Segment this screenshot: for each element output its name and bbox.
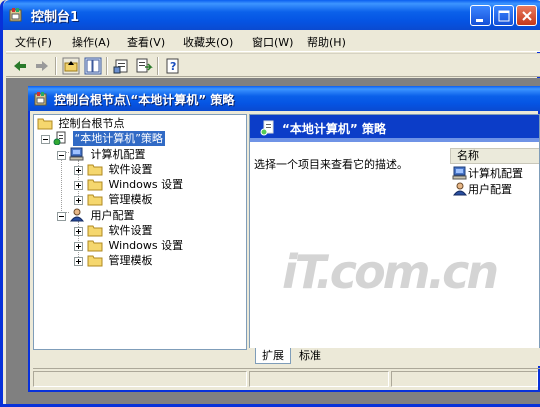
folder-icon (87, 164, 103, 176)
tree-label: 管理模板 (108, 254, 153, 267)
view-tabs: 扩展 标准 (249, 348, 540, 366)
svg-text:?: ? (170, 60, 176, 73)
tree-label-selected: “本地计算机”策略 (72, 131, 165, 146)
toolbar-separator (157, 57, 159, 75)
menu-action[interactable]: 操作(A) (72, 34, 110, 50)
policy-icon (260, 120, 276, 136)
tree-label: 用户配置 (90, 209, 135, 222)
title-bar[interactable]: 控制台1 (3, 0, 540, 30)
tree-node-user-admin-templates[interactable]: 管理模板 (87, 253, 155, 268)
menu-help[interactable]: 帮助(H) (307, 34, 346, 50)
status-segment (391, 371, 538, 387)
description-text: 选择一个项目来查看它的描述。 (254, 158, 408, 171)
user-icon (69, 208, 85, 222)
toolbar-separator (55, 57, 57, 75)
list-item[interactable]: 用户配置 (452, 182, 512, 197)
user-icon (452, 182, 468, 196)
tree-label: Windows 设置 (108, 178, 184, 191)
status-bar (33, 368, 540, 388)
menu-file[interactable]: 文件(F) (15, 34, 52, 50)
mdi-client-area: 控制台根节点\“本地计算机” 策略 控制台根节点 “本地计算机”策略 计算机配置… (6, 78, 540, 404)
expand-toggle[interactable] (74, 181, 83, 190)
tree-label: 控制台根节点 (58, 117, 125, 130)
console-window: 控制台1 文件(F) 操作(A) 查看(V) 收藏夹(O) 窗口(W) 帮助(H… (0, 0, 540, 407)
tree-label: 软件设置 (108, 224, 153, 237)
child-window-title: 控制台根节点\“本地计算机” 策略 (54, 93, 235, 107)
menu-bar: 文件(F) 操作(A) 查看(V) 收藏夹(O) 窗口(W) 帮助(H) (6, 30, 540, 52)
policy-child-window: 控制台根节点\“本地计算机” 策略 控制台根节点 “本地计算机”策略 计算机配置… (28, 86, 540, 392)
help-icon[interactable]: ? (164, 57, 182, 75)
list-item-label: 用户配置 (468, 183, 512, 196)
mmc-icon (9, 7, 25, 23)
expand-toggle[interactable] (74, 257, 83, 266)
back-arrow-icon[interactable] (11, 57, 29, 75)
folder-icon (87, 255, 103, 267)
export-list-icon[interactable] (135, 57, 153, 75)
collapse-toggle[interactable] (57, 212, 66, 221)
tree-line (61, 151, 62, 221)
window-title: 控制台1 (31, 10, 80, 25)
folder-icon (87, 194, 103, 206)
collapse-toggle[interactable] (41, 135, 50, 144)
menu-favorites[interactable]: 收藏夹(O) (183, 34, 233, 50)
folder-icon (87, 240, 103, 252)
forward-arrow-icon[interactable] (33, 57, 51, 75)
menu-view[interactable]: 查看(V) (127, 34, 165, 50)
tree-node-windows-settings[interactable]: Windows 设置 (87, 177, 185, 192)
column-header-name[interactable]: 名称 (450, 148, 539, 164)
policy-icon (53, 131, 66, 146)
tree-node-user-software-settings[interactable]: 软件设置 (87, 223, 155, 238)
result-pane-header: “本地计算机” 策略 (250, 115, 539, 142)
tree-node-computer-config[interactable]: 计算机配置 (69, 147, 148, 162)
tree-node-user-windows-settings[interactable]: Windows 设置 (87, 238, 185, 253)
minimize-button[interactable] (470, 5, 491, 26)
tree-pane[interactable]: 控制台根节点 “本地计算机”策略 计算机配置 软件设置 Windows 设置 管… (33, 114, 247, 350)
list-item-label: 计算机配置 (468, 167, 523, 180)
expand-toggle[interactable] (74, 227, 83, 236)
result-pane-title: “本地计算机” 策略 (282, 122, 386, 136)
expand-toggle[interactable] (74, 166, 83, 175)
child-title-bar[interactable]: 控制台根节点\“本地计算机” 策略 (28, 86, 540, 111)
list-item[interactable]: 计算机配置 (452, 166, 523, 181)
column-header-label: 名称 (457, 149, 479, 162)
tab-standard[interactable]: 标准 (293, 348, 327, 364)
watermark: iT.com.cn (282, 245, 499, 299)
expand-toggle[interactable] (74, 242, 83, 251)
tree-node-software-settings[interactable]: 软件设置 (87, 162, 155, 177)
tree-label: 计算机配置 (90, 148, 146, 161)
folder-icon (87, 179, 103, 191)
tree-node-local-policy[interactable]: “本地计算机”策略 (53, 131, 165, 146)
computer-icon (69, 147, 84, 161)
tree-node-user-config[interactable]: 用户配置 (69, 208, 137, 223)
folder-icon (37, 118, 53, 130)
toolbar: ? (6, 53, 540, 77)
tree-label: 软件设置 (108, 163, 153, 176)
expand-toggle[interactable] (74, 196, 83, 205)
up-folder-icon[interactable] (62, 57, 80, 75)
folder-icon (87, 225, 103, 237)
menu-window[interactable]: 窗口(W) (252, 34, 293, 50)
tree-label: Windows 设置 (108, 239, 184, 252)
tree-node-root[interactable]: 控制台根节点 (37, 116, 127, 131)
tree-node-admin-templates[interactable]: 管理模板 (87, 192, 155, 207)
toolbar-separator (106, 57, 108, 75)
show-tree-icon[interactable] (84, 57, 102, 75)
status-segment (33, 371, 247, 387)
close-button[interactable] (516, 5, 537, 26)
tab-extended[interactable]: 扩展 (255, 348, 291, 364)
properties-icon[interactable] (113, 57, 131, 75)
status-segment (249, 371, 389, 387)
result-pane[interactable]: “本地计算机” 策略 选择一个项目来查看它的描述。 名称 计算机配置 用户配置 … (249, 114, 540, 350)
mmc-icon (34, 91, 50, 107)
maximize-button[interactable] (493, 5, 514, 26)
tree-label: 管理模板 (108, 193, 153, 206)
computer-icon (452, 166, 467, 180)
collapse-toggle[interactable] (57, 151, 66, 160)
